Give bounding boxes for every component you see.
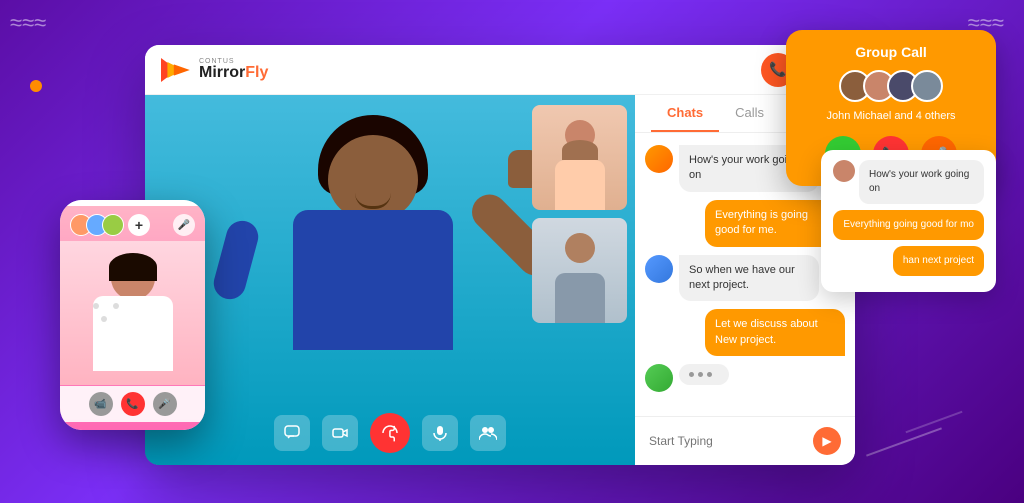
video-thumbnails	[532, 105, 627, 323]
thumb-figure-2	[545, 233, 615, 323]
mobile-phone: + 🎤 📹 📞 🎤	[60, 200, 205, 430]
app-window: CONTUS MirrorFly 📞 ☰	[145, 45, 855, 465]
thumb-hair-1	[562, 140, 598, 160]
tab-calls[interactable]: Calls	[719, 95, 780, 132]
ph-hair	[109, 253, 157, 281]
video-controls	[274, 413, 506, 453]
chat-input-area: ▶	[635, 416, 855, 465]
ph-dot-2	[113, 303, 119, 309]
typing-indicator	[679, 364, 729, 385]
dot-deco-orange	[30, 80, 42, 92]
chat-bubble-card: How's your work going on Everything goin…	[821, 150, 996, 292]
chat-input[interactable]	[649, 434, 805, 448]
person-body	[293, 210, 453, 350]
cbc-msg-2: Everything going good for mo	[833, 210, 984, 240]
video-area	[145, 95, 635, 465]
person-figure	[205, 105, 540, 410]
message-row-4: Let we discuss about New project.	[645, 309, 845, 356]
msg-bubble-3: So when we have our next project.	[679, 255, 819, 302]
logo-text: CONTUS MirrorFly	[199, 58, 268, 81]
video-ctrl-mic[interactable]	[422, 415, 458, 451]
phone-controls: 📹 📞 🎤	[60, 386, 205, 422]
logo-area: CONTUS MirrorFly	[161, 58, 268, 82]
phone-mic-icon: 🎤	[173, 214, 195, 236]
thumb-person-2	[532, 218, 627, 323]
app-header: CONTUS MirrorFly 📞 ☰	[145, 45, 855, 95]
app-body: Chats Calls How's your work going on Eve…	[145, 95, 855, 465]
cbc-row-1: How's your work going on	[833, 160, 984, 210]
cbc-row-2: Everything going good for mo	[833, 210, 984, 246]
message-row-3: So when we have our next project.	[645, 255, 845, 302]
zigzag-deco-left: ≈≈≈	[10, 10, 46, 36]
dot-1	[689, 372, 694, 377]
thumb-body-1	[555, 160, 605, 210]
phone-ctrl-mic[interactable]: 🎤	[153, 392, 177, 416]
video-ctrl-chat[interactable]	[274, 415, 310, 451]
phone-avatar-3	[102, 214, 124, 236]
logo-icon	[161, 58, 193, 82]
phone-person-area	[60, 241, 205, 385]
person-arm-left	[210, 217, 262, 303]
phone-ctrl-camera[interactable]: 📹	[89, 392, 113, 416]
ph-dot-1	[93, 303, 99, 309]
group-call-avatars	[802, 70, 980, 102]
phone-ctrl-end[interactable]: 📞	[121, 392, 145, 416]
ph-body	[93, 296, 173, 371]
ph-dot-3	[101, 316, 107, 322]
video-ctrl-end-call[interactable]	[370, 413, 410, 453]
message-row-typing	[645, 364, 845, 392]
dot-2	[698, 372, 703, 377]
phone-top-bar: + 🎤	[60, 214, 205, 236]
group-call-participants: John Michael and 4 others	[802, 110, 980, 122]
cbc-msg-3: han next project	[893, 246, 984, 276]
cbc-avatar-1	[833, 160, 855, 182]
tab-chats[interactable]: Chats	[651, 95, 719, 132]
phone-add-participant[interactable]: +	[128, 214, 150, 236]
line-deco-1	[866, 427, 942, 456]
phone-screen: + 🎤 📹 📞 🎤	[60, 206, 205, 430]
msg-avatar-1	[645, 145, 673, 173]
video-thumb-2	[532, 218, 627, 323]
phone-avatars: +	[70, 214, 150, 236]
thumb-person-1	[532, 105, 627, 210]
message-row-2: Everything is going good for me.	[645, 200, 845, 247]
msg-avatar-typing	[645, 364, 673, 392]
msg-bubble-4: Let we discuss about New project.	[705, 309, 845, 356]
app-name: MirrorFly	[199, 65, 268, 81]
video-thumb-1	[532, 105, 627, 210]
group-call-title: Group Call	[802, 44, 980, 60]
dot-3	[707, 372, 712, 377]
thumb-figure-1	[545, 120, 615, 210]
cbc-row-3: han next project	[833, 246, 984, 282]
msg-avatar-3	[645, 255, 673, 283]
gc-avatar-4	[911, 70, 943, 102]
video-ctrl-camera[interactable]	[322, 415, 358, 451]
thumb-body-2	[555, 273, 605, 323]
cbc-msg-1: How's your work going on	[859, 160, 984, 204]
thumb-head-2	[565, 233, 595, 263]
main-video-feed	[145, 95, 635, 465]
video-ctrl-participants[interactable]	[470, 415, 506, 451]
send-button[interactable]: ▶	[813, 427, 841, 455]
